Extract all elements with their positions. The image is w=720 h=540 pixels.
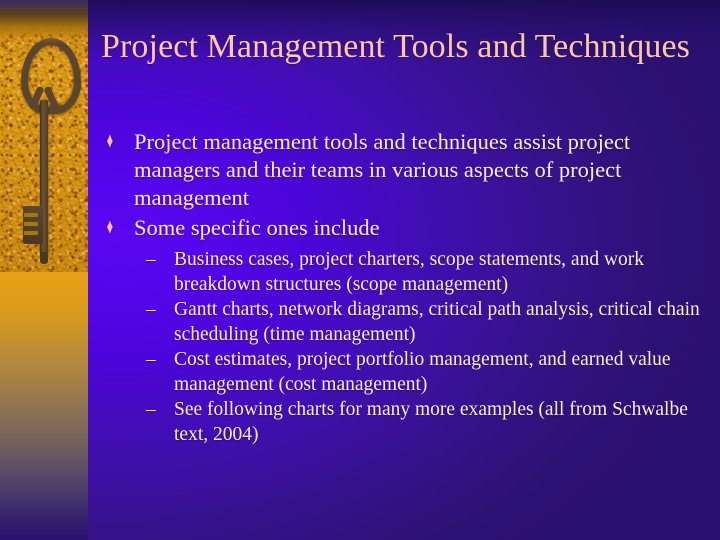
slide-content: Project Management Tools and Techniques … (88, 0, 720, 540)
sidebar-photo (0, 0, 88, 272)
dash-bullet-icon: – (146, 299, 156, 321)
key-ward-2 (24, 222, 38, 226)
sub-bullet-group: – Business cases, project charters, scop… (101, 248, 713, 448)
sub-bullet-item: – Gantt charts, network diagrams, critic… (101, 298, 713, 347)
diamond-bullet-icon: ♦ (106, 130, 114, 154)
bullet-item: ♦ Some specific ones include (101, 214, 713, 242)
dash-bullet-icon: – (146, 349, 156, 371)
key-ward-3 (24, 231, 38, 235)
key-ward-1 (24, 213, 38, 217)
dash-bullet-icon: – (146, 399, 156, 421)
sub-bullet-item: – See following charts for many more exa… (101, 398, 713, 447)
sub-bullet-text: Cost estimates, project portfolio manage… (174, 349, 671, 395)
bullet-item: ♦ Project management tools and technique… (101, 128, 713, 213)
presentation-slide: Project Management Tools and Techniques … (0, 0, 720, 540)
sidebar-photo-top-fade (0, 0, 88, 44)
bullet-text: Project management tools and techniques … (134, 129, 631, 211)
dash-bullet-icon: – (146, 248, 156, 270)
sub-bullet-item: – Cost estimates, project portfolio mana… (101, 348, 713, 397)
key-bow-inner (30, 52, 58, 90)
sidebar-decoration (0, 0, 88, 540)
sub-bullet-text: Gantt charts, network diagrams, critical… (174, 299, 700, 345)
sub-bullet-text: Business cases, project charters, scope … (174, 248, 645, 295)
sub-bullet-text: See following charts for many more examp… (174, 399, 688, 445)
sub-bullet-item: – Business cases, project charters, scop… (101, 248, 713, 297)
bullet-text: Some specific ones include (134, 214, 380, 240)
diamond-bullet-icon: ♦ (106, 216, 114, 240)
slide-title: Project Management Tools and Techniques (101, 28, 690, 65)
slide-body: ♦ Project management tools and technique… (101, 128, 713, 448)
key-icon (13, 38, 81, 266)
key-tip (40, 252, 48, 264)
